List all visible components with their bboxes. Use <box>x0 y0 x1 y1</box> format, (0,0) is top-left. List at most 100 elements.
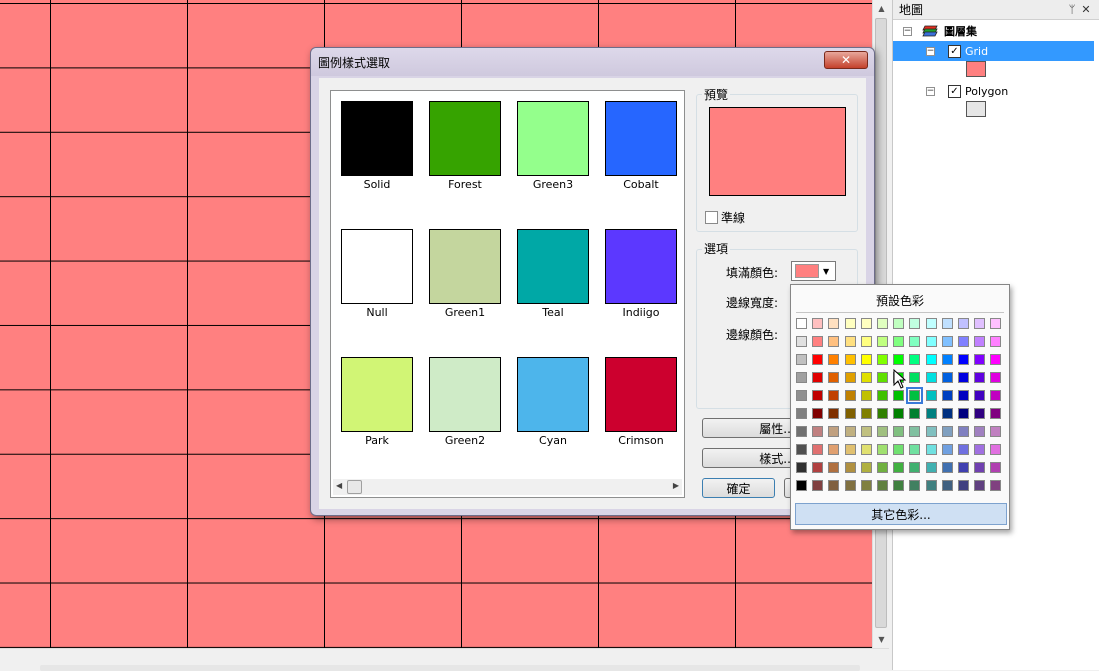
color-swatch-cell[interactable] <box>974 372 986 383</box>
color-swatch-cell[interactable] <box>990 444 1002 455</box>
style-tile[interactable]: Green3 <box>517 101 589 191</box>
color-swatch-cell[interactable] <box>974 444 986 455</box>
style-swatch[interactable] <box>517 357 589 432</box>
color-swatch-cell[interactable] <box>812 462 824 473</box>
fill-color-dropdown[interactable]: ▼ <box>791 261 836 281</box>
color-swatch-cell[interactable] <box>941 444 953 455</box>
color-swatch-cell[interactable] <box>860 444 872 455</box>
color-swatch-cell[interactable] <box>844 390 856 401</box>
color-swatch-cell[interactable] <box>844 354 856 365</box>
collapse-icon[interactable]: − <box>903 26 912 36</box>
scroll-up-icon[interactable]: ▲ <box>873 0 890 17</box>
style-tile[interactable]: Teal <box>517 229 589 319</box>
color-swatch-cell[interactable] <box>877 480 888 491</box>
color-swatch-cell[interactable] <box>877 318 888 329</box>
color-swatch-cell[interactable] <box>958 444 969 455</box>
color-swatch-cell[interactable] <box>958 318 969 329</box>
style-swatch[interactable] <box>605 101 677 176</box>
color-swatch-cell[interactable] <box>941 318 953 329</box>
color-swatch-cell[interactable] <box>860 318 872 329</box>
color-swatch-cell[interactable] <box>974 462 986 473</box>
color-swatch-cell[interactable] <box>909 462 921 473</box>
color-swatch-cell[interactable] <box>812 426 824 437</box>
style-tile[interactable]: Null <box>341 229 413 319</box>
style-swatch[interactable] <box>517 229 589 304</box>
color-swatch-cell[interactable] <box>941 408 953 419</box>
style-swatch[interactable] <box>429 101 501 176</box>
style-tile[interactable]: Forest <box>429 101 501 191</box>
color-swatch-cell[interactable] <box>925 336 937 347</box>
color-swatch-cell[interactable] <box>796 462 807 473</box>
style-swatch[interactable] <box>341 357 413 432</box>
color-swatch-cell[interactable] <box>958 462 969 473</box>
dialog-close-button[interactable]: ✕ <box>824 51 868 69</box>
color-swatch-cell[interactable] <box>941 426 953 437</box>
scroll-left-icon[interactable]: ◀ <box>336 481 342 490</box>
color-swatch-cell[interactable] <box>958 426 969 437</box>
color-swatch-cell[interactable] <box>860 354 872 365</box>
color-swatch-cell[interactable] <box>909 354 921 365</box>
color-swatch-cell[interactable] <box>893 390 905 401</box>
color-swatch-cell[interactable] <box>990 408 1002 419</box>
color-swatch-cell[interactable] <box>844 426 856 437</box>
color-swatch-cell[interactable] <box>893 444 905 455</box>
color-swatch-cell[interactable] <box>812 354 824 365</box>
color-swatch-cell[interactable] <box>909 444 921 455</box>
color-swatch-cell[interactable] <box>860 480 872 491</box>
style-tile[interactable]: Crimson <box>605 357 677 447</box>
tree-root[interactable]: − 圖層集 <box>903 21 977 41</box>
layer-visibility-checkbox[interactable]: ✓ <box>948 44 961 58</box>
color-swatch-cell[interactable] <box>812 444 824 455</box>
color-swatch-cell[interactable] <box>893 426 905 437</box>
style-swatch[interactable] <box>429 229 501 304</box>
collapse-icon[interactable]: − <box>926 86 935 96</box>
color-swatch-cell[interactable] <box>812 390 824 401</box>
color-swatch-cell[interactable] <box>909 336 921 347</box>
color-swatch-cell[interactable] <box>893 336 905 347</box>
color-swatch-cell[interactable] <box>860 372 872 383</box>
color-swatch-cell[interactable] <box>909 372 921 383</box>
color-swatch-cell[interactable] <box>860 336 872 347</box>
style-list-hscrollbar[interactable]: ◀ ▶ <box>333 479 682 495</box>
color-swatch-cell[interactable] <box>812 318 824 329</box>
pin-icon[interactable]: ᛘ <box>1065 3 1079 16</box>
color-swatch-cell[interactable] <box>828 480 840 491</box>
color-swatch-cell[interactable] <box>828 354 840 365</box>
color-swatch-cell[interactable] <box>941 390 953 401</box>
color-swatch-cell[interactable] <box>877 462 888 473</box>
color-swatch-cell[interactable] <box>796 444 807 455</box>
style-tile[interactable]: Cobalt <box>605 101 677 191</box>
style-tile[interactable]: Park <box>341 357 413 447</box>
color-swatch-cell[interactable] <box>925 318 937 329</box>
color-swatch-cell[interactable] <box>958 390 969 401</box>
color-swatch-cell[interactable] <box>844 480 856 491</box>
color-swatch-cell[interactable] <box>828 336 840 347</box>
color-swatch-cell[interactable] <box>877 426 888 437</box>
color-swatch-cell[interactable] <box>893 480 905 491</box>
color-swatch-cell[interactable] <box>844 336 856 347</box>
color-swatch-cell[interactable] <box>941 372 953 383</box>
color-swatch-cell[interactable] <box>796 318 807 329</box>
ok-button[interactable]: 確定 <box>702 478 775 498</box>
layer-row-grid[interactable]: − ✓ Grid <box>893 41 1094 61</box>
color-swatch-cell[interactable] <box>925 444 937 455</box>
style-tile[interactable]: Green2 <box>429 357 501 447</box>
color-swatch-cell[interactable] <box>877 336 888 347</box>
color-swatch-cell[interactable] <box>941 462 953 473</box>
baseline-checkbox[interactable] <box>705 211 718 224</box>
color-swatch-cell[interactable] <box>860 462 872 473</box>
color-swatch-cell[interactable] <box>893 408 905 419</box>
color-swatch-cell[interactable] <box>860 390 872 401</box>
color-swatch-cell[interactable] <box>828 462 840 473</box>
dialog-title-bar[interactable]: 圖例樣式選取 ✕ <box>311 48 874 76</box>
color-swatch-cell[interactable] <box>974 408 986 419</box>
color-swatch-cell[interactable] <box>990 462 1002 473</box>
color-swatch-cell[interactable] <box>941 336 953 347</box>
color-swatch-cell[interactable] <box>828 408 840 419</box>
color-swatch-cell[interactable] <box>877 354 888 365</box>
color-swatch-cell[interactable] <box>925 480 937 491</box>
color-swatch-cell[interactable] <box>974 354 986 365</box>
scroll-right-icon[interactable]: ▶ <box>673 481 679 490</box>
color-swatch-cell[interactable] <box>925 372 937 383</box>
color-swatch-cell[interactable] <box>990 354 1002 365</box>
